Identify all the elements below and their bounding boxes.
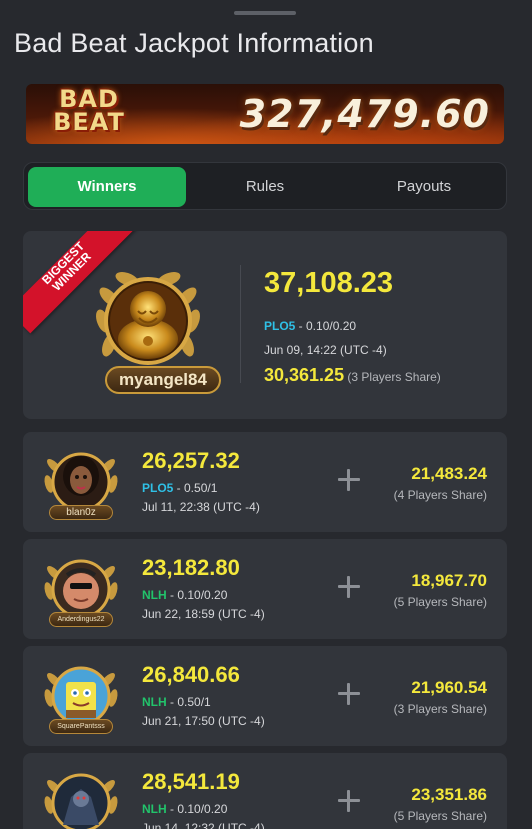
winner-username: Anderdingus22 bbox=[49, 612, 113, 627]
share-note: (5 Players Share) bbox=[393, 595, 487, 609]
winner-username: blan0z bbox=[49, 505, 113, 520]
win-time: Jun 09, 14:22 (UTC -4) bbox=[264, 343, 387, 357]
tab-bar: Winners Rules Payouts bbox=[23, 162, 507, 210]
jackpot-banner: BAD BEAT 327,479.60 bbox=[26, 84, 504, 144]
plus-icon[interactable] bbox=[337, 682, 361, 706]
plus-icon[interactable] bbox=[337, 468, 361, 492]
game-info: NLH - 0.50/1 bbox=[142, 695, 211, 709]
winner-amount: 28,541.19 bbox=[142, 769, 240, 794]
bad-beat-logo: BAD BEAT bbox=[53, 85, 125, 136]
winner-card[interactable]: Anderdingus22 23,182.80 NLH - 0.10/0.20 … bbox=[23, 539, 507, 639]
winner-amount: 37,108.23 bbox=[264, 267, 394, 299]
stakes: - 0.50/1 bbox=[173, 481, 218, 495]
sheet-grab-handle[interactable] bbox=[234, 11, 296, 15]
win-time: Jun 14, 12:32 (UTC -4) bbox=[142, 821, 265, 829]
game-type: PLO5 bbox=[142, 481, 174, 495]
win-time: Jun 22, 18:59 (UTC -4) bbox=[142, 607, 265, 621]
share-amount: 21,960.54 bbox=[411, 678, 487, 697]
winner-amount: 26,840.66 bbox=[142, 662, 240, 687]
tab-payouts[interactable]: Payouts bbox=[345, 167, 503, 207]
share-note: (3 Players Share) bbox=[344, 370, 441, 384]
winner-card[interactable]: SquarePantsss 26,840.66 NLH - 0.50/1 Jun… bbox=[23, 646, 507, 746]
game-info: NLH - 0.10/0.20 bbox=[142, 802, 227, 816]
share-note: (4 Players Share) bbox=[393, 488, 487, 502]
game-type: NLH bbox=[142, 695, 167, 709]
winner-card[interactable]: blan0z 26,257.32 PLO5 - 0.50/1 Jul 11, 2… bbox=[23, 432, 507, 532]
share-amount: 21,483.24 bbox=[411, 464, 487, 483]
stakes: - 0.10/0.20 bbox=[166, 802, 228, 816]
game-type: NLH bbox=[142, 802, 167, 816]
game-type: PLO5 bbox=[264, 319, 296, 333]
game-info: PLO5 - 0.10/0.20 bbox=[264, 319, 356, 333]
win-time: Jun 21, 17:50 (UTC -4) bbox=[142, 714, 265, 728]
winner-amount: 26,257.32 bbox=[142, 448, 240, 473]
plus-icon[interactable] bbox=[337, 789, 361, 813]
game-type: NLH bbox=[142, 588, 167, 602]
winner-avatar bbox=[96, 272, 200, 365]
winner-username: myangel84 bbox=[105, 366, 221, 394]
stakes: - 0.10/0.20 bbox=[295, 319, 357, 333]
share-note: (5 Players Share) bbox=[393, 809, 487, 823]
share-info: 30,361.25 (3 Players Share) bbox=[264, 365, 441, 386]
stakes: - 0.50/1 bbox=[166, 695, 211, 709]
page-title: Bad Beat Jackpot Information bbox=[14, 28, 374, 58]
share-amount: 18,967.70 bbox=[411, 571, 487, 590]
tab-winners[interactable]: Winners bbox=[28, 167, 186, 207]
winner-amount: 23,182.80 bbox=[142, 555, 240, 580]
plus-icon[interactable] bbox=[337, 575, 361, 599]
winner-username: SquarePantsss bbox=[49, 719, 113, 734]
game-info: PLO5 - 0.50/1 bbox=[142, 481, 217, 495]
divider bbox=[240, 265, 241, 383]
share-amount: 23,351.86 bbox=[411, 785, 487, 804]
game-info: NLH - 0.10/0.20 bbox=[142, 588, 227, 602]
win-time: Jul 11, 22:38 (UTC -4) bbox=[142, 500, 260, 514]
biggest-winner-card[interactable]: BIGGEST WINNER myangel84 37,108.23 PLO5 bbox=[23, 231, 507, 419]
share-amount: 30,361.25 bbox=[264, 365, 345, 385]
winner-avatar bbox=[44, 773, 118, 829]
tab-rules[interactable]: Rules bbox=[186, 167, 344, 207]
winner-card[interactable]: 28,541.19 NLH - 0.10/0.20 Jun 14, 12:32 … bbox=[23, 753, 507, 829]
jackpot-amount: 327,479.60 bbox=[239, 92, 490, 136]
stakes: - 0.10/0.20 bbox=[166, 588, 228, 602]
share-note: (3 Players Share) bbox=[393, 702, 487, 716]
